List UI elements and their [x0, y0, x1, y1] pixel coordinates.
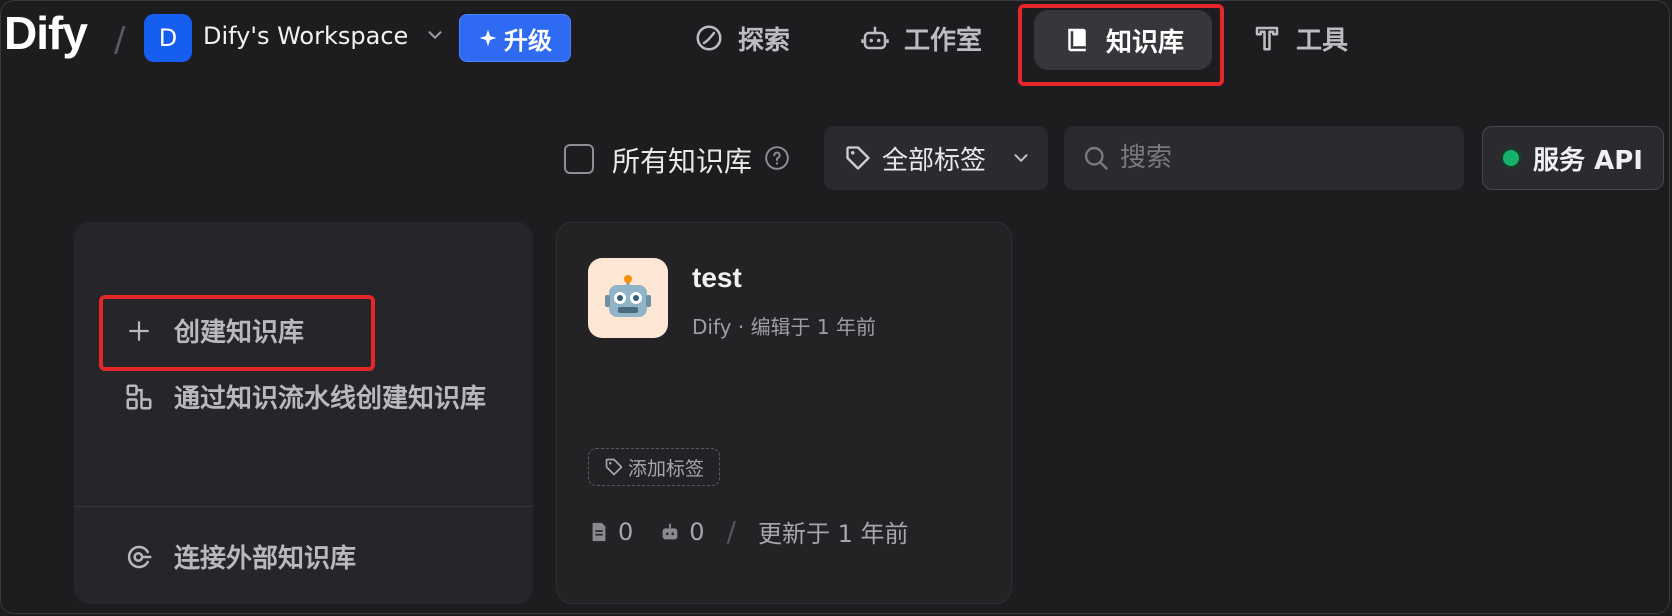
nav-studio[interactable]: 工作室 [860, 14, 982, 62]
nav-explore-label: 探索 [738, 25, 791, 56]
nav-knowledge-label: 知识库 [1105, 27, 1184, 58]
add-tag-button[interactable]: 添加标签 [588, 448, 720, 486]
book-icon [1068, 28, 1086, 52]
stats-separator: / [726, 515, 736, 548]
tag-icon [846, 146, 870, 170]
dataset-stats: 0 0 / 更新于 1 年前 [588, 514, 909, 549]
external-link-icon [127, 545, 152, 568]
divider [74, 506, 533, 507]
meta-dot: · [737, 315, 751, 339]
nav-knowledge[interactable]: 知识库 [1034, 10, 1212, 70]
dataset-avatar [588, 258, 668, 338]
hammer-icon [1255, 26, 1279, 51]
robot-emoji-icon [605, 275, 651, 317]
compass-icon [696, 25, 722, 51]
dataset-edited: 编辑于 1 年前 [750, 315, 877, 339]
plus-icon [129, 320, 149, 341]
app-count: 0 [689, 517, 705, 546]
nav-explore[interactable]: 探索 [694, 14, 790, 62]
robot-icon [662, 523, 678, 539]
api-status-dot [1503, 150, 1520, 166]
tag-filter-label: 全部标签 [882, 145, 987, 176]
service-api-label: 服务 API [1533, 145, 1643, 176]
upgrade-label: 升级 [504, 26, 552, 55]
connect-external-knowledge-button[interactable]: 连接外部知识库 [124, 538, 356, 575]
nav-tools[interactable]: 工具 [1252, 14, 1348, 62]
chevron-down-icon [1014, 154, 1028, 162]
dataset-name[interactable]: test [692, 262, 742, 294]
dify-logo[interactable]: Dify [4, 6, 88, 60]
dataset-author: Dify [692, 315, 732, 339]
document-icon [592, 522, 606, 541]
robot-icon [861, 26, 889, 50]
external-knowledge-label: 连接外部知识库 [174, 544, 357, 574]
search-input[interactable] [1118, 142, 1442, 174]
workspace-avatar[interactable]: D [144, 14, 192, 62]
pipeline-icon [126, 384, 152, 409]
nav-tools-label: 工具 [1296, 25, 1349, 56]
nav-studio-label: 工作室 [904, 25, 983, 56]
dataset-meta: Dify · 编辑于 1 年前 [692, 311, 876, 340]
chevron-down-icon[interactable] [424, 24, 446, 46]
search-icon [1084, 146, 1108, 170]
create-knowledge-label: 创建知识库 [174, 318, 305, 348]
dataset-updated: 更新于 1 年前 [758, 520, 909, 548]
help-icon[interactable] [764, 145, 790, 171]
all-knowledge-label: 所有知识库 [612, 145, 753, 178]
search-box[interactable] [1064, 126, 1464, 190]
all-knowledge-checkbox[interactable] [564, 144, 594, 174]
breadcrumb-separator: / [114, 20, 126, 60]
tag-filter-select[interactable]: 全部标签 [824, 126, 1048, 190]
add-tag-label: 添加标签 [627, 457, 704, 480]
create-from-pipeline-button[interactable]: 通过知识流水线创建知识库 [124, 378, 486, 415]
doc-count: 0 [618, 517, 634, 546]
upgrade-button[interactable]: 升级 [459, 14, 571, 62]
create-knowledge-button[interactable]: 创建知识库 [124, 312, 304, 349]
pipeline-label: 通过知识流水线创建知识库 [174, 384, 487, 414]
workspace-name[interactable]: Dify's Workspace [203, 22, 408, 50]
tag-icon [605, 458, 623, 476]
sparkle-icon [479, 29, 497, 47]
service-api-button[interactable]: 服务 API [1482, 126, 1664, 190]
